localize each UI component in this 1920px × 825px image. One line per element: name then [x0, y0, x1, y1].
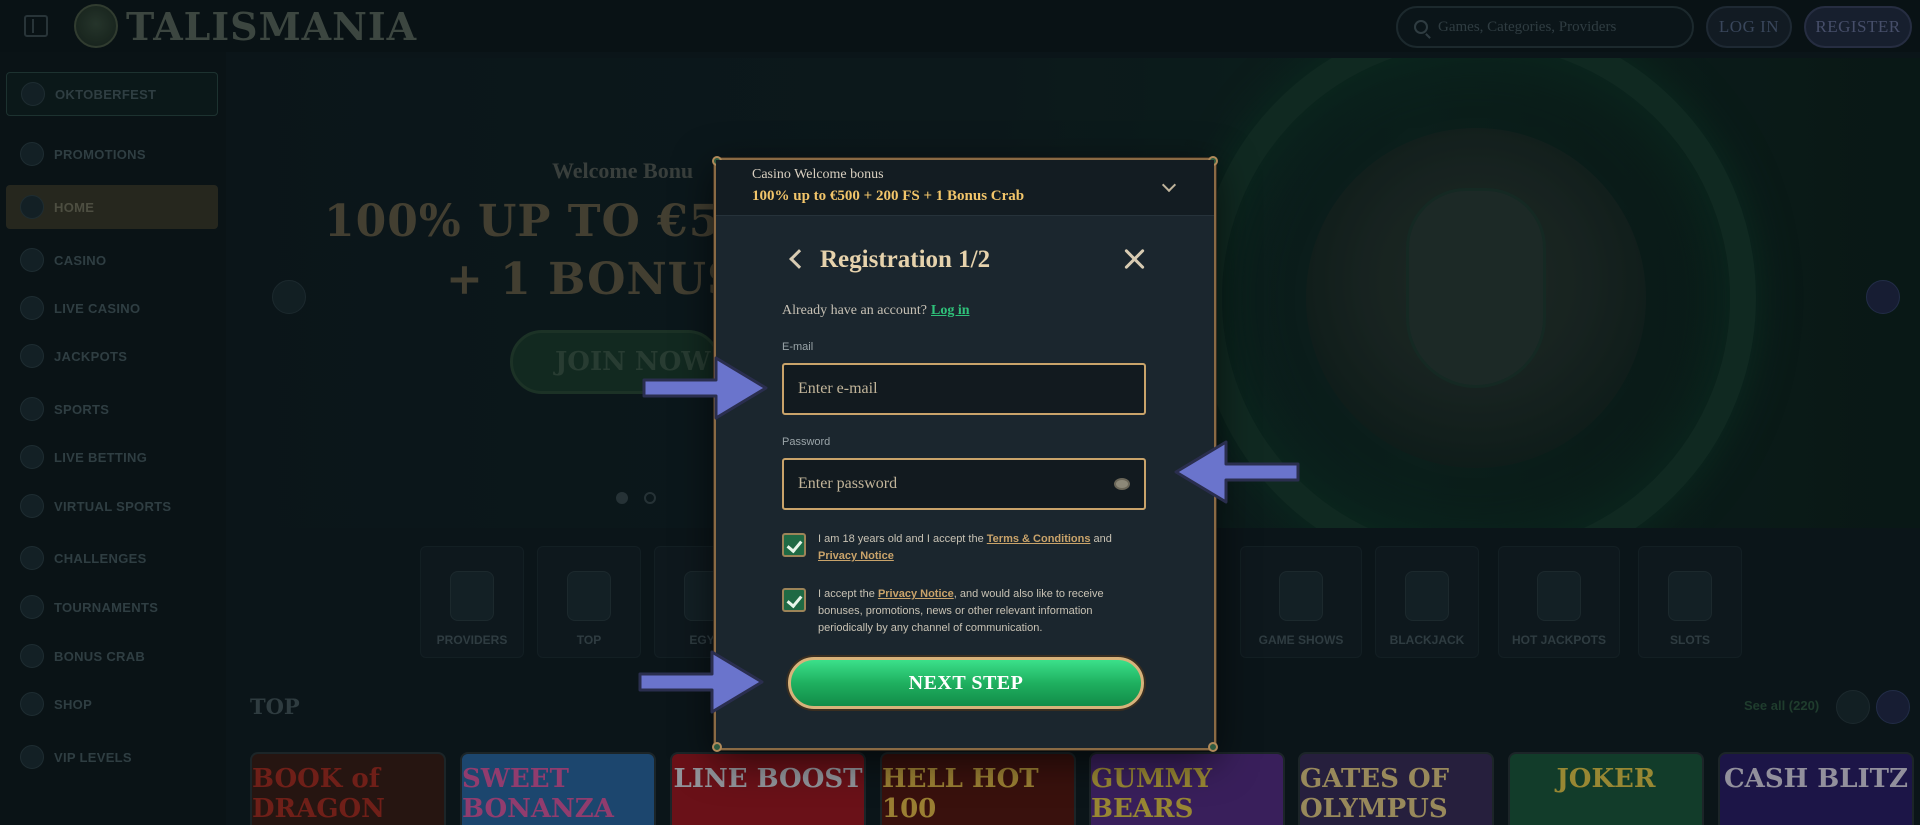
pointer-arrow-icon: [638, 650, 764, 714]
privacy-notice-link[interactable]: Privacy Notice: [878, 588, 954, 600]
terms-link[interactable]: Terms & Conditions: [987, 533, 1091, 545]
show-password-eye-icon[interactable]: [1114, 478, 1130, 490]
corner-ornament-icon: [1208, 742, 1218, 752]
pointer-arrow-icon: [642, 356, 768, 420]
back-arrow-icon[interactable]: [789, 249, 809, 269]
terms-consent-text: I am 18 years old and I accept the Terms…: [818, 531, 1118, 565]
email-input[interactable]: [798, 365, 1098, 413]
password-field[interactable]: [782, 458, 1146, 510]
have-account-label: Already have an account?: [782, 303, 927, 318]
terms-checkbox[interactable]: [782, 533, 806, 557]
login-link[interactable]: Log in: [931, 303, 970, 319]
marketing-consent-text: I accept the Privacy Notice, and would a…: [818, 586, 1118, 637]
consent-text: and: [1093, 533, 1112, 545]
marketing-checkbox[interactable]: [782, 588, 806, 612]
email-label: E-mail: [782, 341, 814, 353]
terms-consent-row: I am 18 years old and I accept the Terms…: [782, 531, 1118, 565]
have-account-text: Already have an account? Log in: [782, 303, 970, 319]
bonus-label: Casino Welcome bonus: [752, 167, 884, 182]
password-input[interactable]: [798, 460, 1098, 508]
marketing-consent-row: I accept the Privacy Notice, and would a…: [782, 586, 1118, 637]
consent-text: I am 18 years old and I accept the: [818, 533, 984, 545]
close-icon[interactable]: [1122, 246, 1148, 272]
pointer-arrow-icon: [1174, 440, 1300, 504]
email-field[interactable]: [782, 363, 1146, 415]
privacy-notice-link[interactable]: Privacy Notice: [818, 550, 894, 562]
bonus-selector[interactable]: Casino Welcome bonus 100% up to €500 + 2…: [716, 160, 1214, 216]
modal-title: Registration 1/2: [820, 246, 991, 273]
password-label: Password: [782, 436, 831, 448]
bonus-value: 100% up to €500 + 200 FS + 1 Bonus Crab: [752, 188, 1025, 204]
corner-ornament-icon: [712, 742, 722, 752]
next-step-button[interactable]: NEXT STEP: [788, 657, 1144, 709]
chevron-down-icon[interactable]: [1161, 177, 1177, 193]
registration-modal: Casino Welcome bonus 100% up to €500 + 2…: [712, 156, 1218, 752]
consent-text: I accept the: [818, 588, 875, 600]
